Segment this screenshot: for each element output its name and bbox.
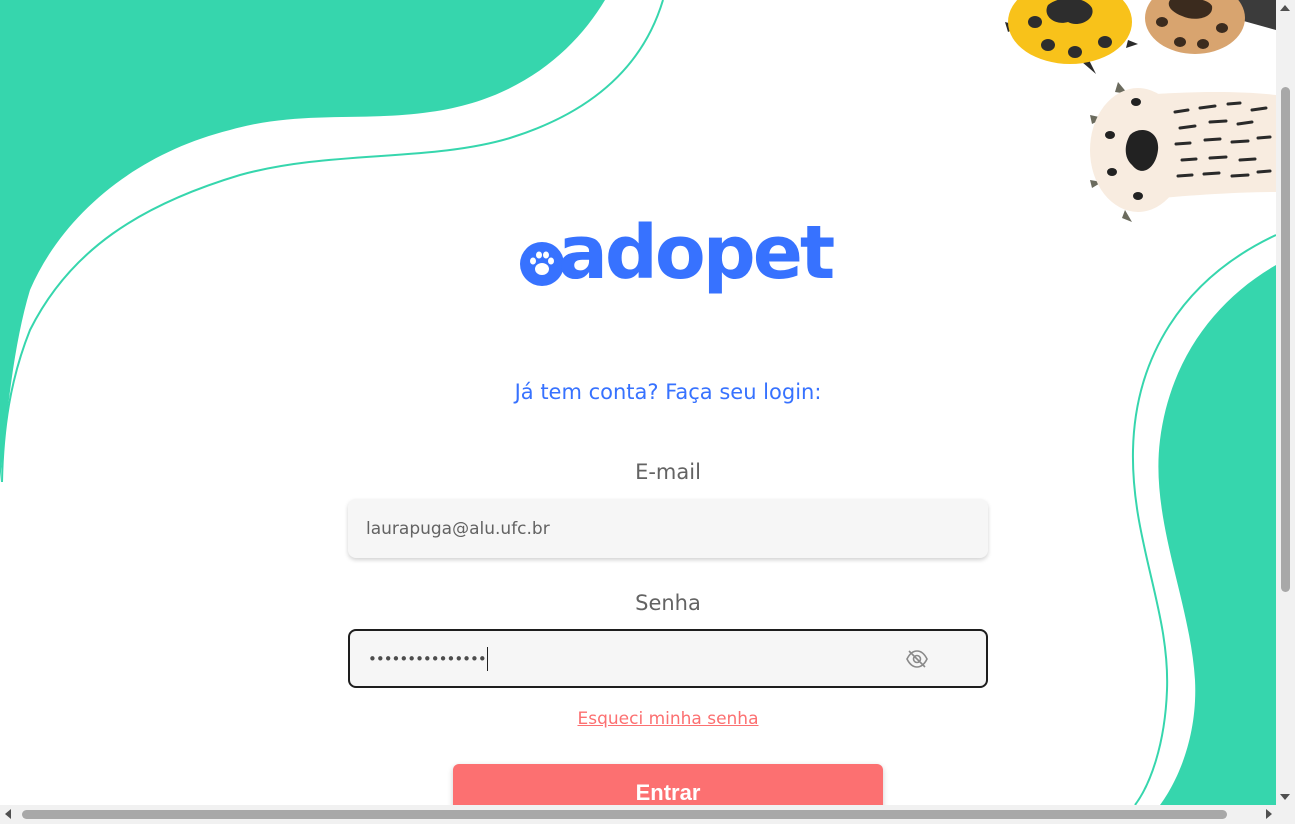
adopet-logo: adopet <box>518 216 835 302</box>
tan-paw-icon <box>1145 0 1276 54</box>
scroll-down-icon[interactable] <box>1280 794 1290 800</box>
vertical-scrollbar[interactable] <box>1276 0 1295 805</box>
horizontal-scrollbar[interactable] <box>0 805 1295 824</box>
email-value: laurapuga@alu.ufc.br <box>366 518 550 539</box>
text-cursor <box>486 646 488 671</box>
login-subtitle: Já tem conta? Faça seu login: <box>514 380 822 404</box>
vertical-scroll-thumb[interactable] <box>1281 87 1290 592</box>
scroll-right-icon[interactable] <box>1266 809 1272 819</box>
eye-off-icon[interactable] <box>905 649 929 674</box>
scroll-left-icon[interactable] <box>5 809 11 819</box>
scroll-up-icon[interactable] <box>1280 5 1290 11</box>
top-left-blob <box>0 0 605 482</box>
password-label: Senha <box>635 591 701 615</box>
forgot-password-link[interactable]: Esqueci minha senha <box>0 709 1295 729</box>
yellow-paw-icon <box>1005 0 1138 74</box>
background-decoration <box>0 0 1277 806</box>
horizontal-scroll-thumb[interactable] <box>22 810 1227 819</box>
password-value: ••••••••••••••• <box>368 649 487 668</box>
logo-text: adopet <box>558 210 835 296</box>
email-label: E-mail <box>635 460 701 484</box>
email-field[interactable]: laurapuga@alu.ufc.br <box>348 499 988 558</box>
striped-paw-icon <box>1090 82 1276 222</box>
password-field[interactable]: ••••••••••••••• <box>348 629 988 688</box>
